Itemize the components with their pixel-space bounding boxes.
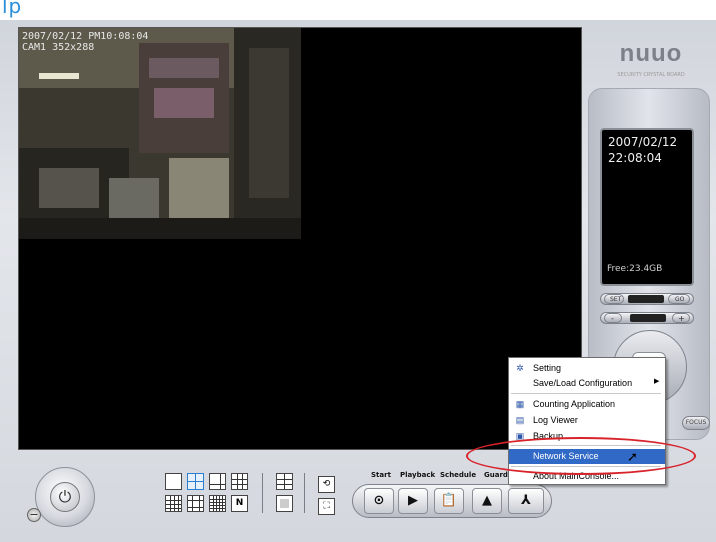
log-icon: ▤: [515, 415, 525, 425]
mouse-cursor-icon: ➚: [627, 450, 638, 465]
schedule-button[interactable]: 📋: [434, 488, 464, 514]
free-space: Free:23.4GB: [607, 264, 663, 274]
minimize-button[interactable]: −: [27, 508, 41, 522]
playback-button[interactable]: ▶: [398, 488, 428, 514]
preset-display: [628, 295, 664, 303]
menu-item-save-load-configuration[interactable]: Save/Load Configuration: [509, 376, 665, 391]
toolbar-separator: [304, 473, 305, 513]
video-display-area[interactable]: 2007/02/12 PM10:08:04 CAM1 352x288: [18, 27, 582, 450]
power-button[interactable]: ⏻: [50, 482, 80, 512]
tools-icon: ⅄: [521, 493, 531, 508]
menu-item-label: Setting: [533, 363, 562, 373]
nav-label-start: Start: [371, 471, 391, 479]
sequence-icon: ⟲: [322, 479, 331, 489]
counting-icon: ▦: [515, 399, 525, 409]
menu-item-label: Save/Load Configuration: [533, 378, 633, 388]
layout-3x3-button[interactable]: [231, 473, 248, 490]
guard-warning-icon: ▲: [482, 493, 492, 508]
fullscreen-button[interactable]: ⛶: [318, 498, 335, 515]
record-icon: ⊙: [373, 493, 385, 508]
set-label: SET: [610, 296, 622, 303]
osd-camera-info: CAM1 352x288: [22, 42, 95, 53]
info-time: 22:08:04: [608, 151, 662, 165]
menu-item-setting[interactable]: ✲ Setting: [509, 361, 665, 376]
focus-button[interactable]: FOCUS: [682, 416, 710, 430]
gear-icon: ✲: [516, 363, 524, 373]
power-icon: ⏻: [58, 487, 72, 506]
main-console-window: lp 2007/02/12 PM10:08:04 CAM1 352x288 nu…: [0, 0, 716, 542]
nav-label-guard: Guard: [484, 471, 508, 479]
minus-label: -: [611, 314, 614, 323]
brand-logo: nuuo: [619, 40, 683, 67]
caption-text: lp: [2, 0, 23, 18]
camera-view-cam1[interactable]: 2007/02/12 PM10:08:04 CAM1 352x288: [19, 28, 301, 239]
layout-2x2-button[interactable]: [187, 473, 204, 490]
schedule-icon: 📋: [440, 493, 458, 508]
minus-icon: −: [29, 508, 39, 521]
sequence-button[interactable]: ⟲: [318, 476, 335, 493]
submenu-arrow-icon: ▶: [654, 377, 660, 385]
start-button[interactable]: ⊙: [364, 488, 394, 514]
brand-subtitle: SECURITY CRYSTAL BOARD: [617, 72, 685, 78]
menu-separator: [511, 393, 661, 394]
layout-n-button[interactable]: N: [231, 495, 248, 512]
caption-strip: lp: [0, 0, 716, 20]
zoom-minus-button[interactable]: -: [604, 313, 622, 323]
fullscreen-icon: ⛶: [323, 501, 330, 511]
playback-icon: ▶: [408, 493, 418, 508]
layout-1plus12-button[interactable]: [187, 495, 204, 512]
layout-strip-button[interactable]: [276, 495, 293, 512]
nav-label-schedule: Schedule: [440, 471, 477, 479]
osd-timestamp: 2007/02/12 PM10:08:04: [22, 31, 149, 42]
plus-label: +: [678, 314, 685, 323]
annotation-ellipse: [466, 437, 696, 475]
set-button[interactable]: SET: [604, 294, 624, 304]
zoom-display: [630, 314, 666, 322]
go-label: GO: [675, 296, 685, 303]
menu-item-counting-application[interactable]: ▦ Counting Application: [509, 397, 665, 412]
menu-item-label: Counting Application: [533, 399, 616, 409]
guard-button[interactable]: ▲: [472, 488, 502, 514]
nav-label-playback: Playback: [400, 471, 436, 479]
go-button[interactable]: GO: [668, 294, 690, 304]
menu-item-log-viewer[interactable]: ▤ Log Viewer: [509, 413, 665, 428]
info-date: 2007/02/12: [608, 135, 678, 149]
layout-5x5-button[interactable]: [209, 495, 226, 512]
layout-4x4-button[interactable]: [165, 495, 182, 512]
zoom-plus-button[interactable]: +: [672, 313, 690, 323]
toolbar-separator: [262, 473, 263, 513]
menu-item-label: Log Viewer: [533, 415, 578, 425]
layout-1plus5-button[interactable]: [209, 473, 226, 490]
brand-logo-area: nuuo SECURITY CRYSTAL BOARD: [606, 40, 696, 88]
layout-custom-button[interactable]: [276, 473, 293, 490]
layout-1x1-button[interactable]: [165, 473, 182, 490]
config-button[interactable]: ⅄: [508, 488, 544, 514]
camera-scene-image: [19, 28, 301, 239]
